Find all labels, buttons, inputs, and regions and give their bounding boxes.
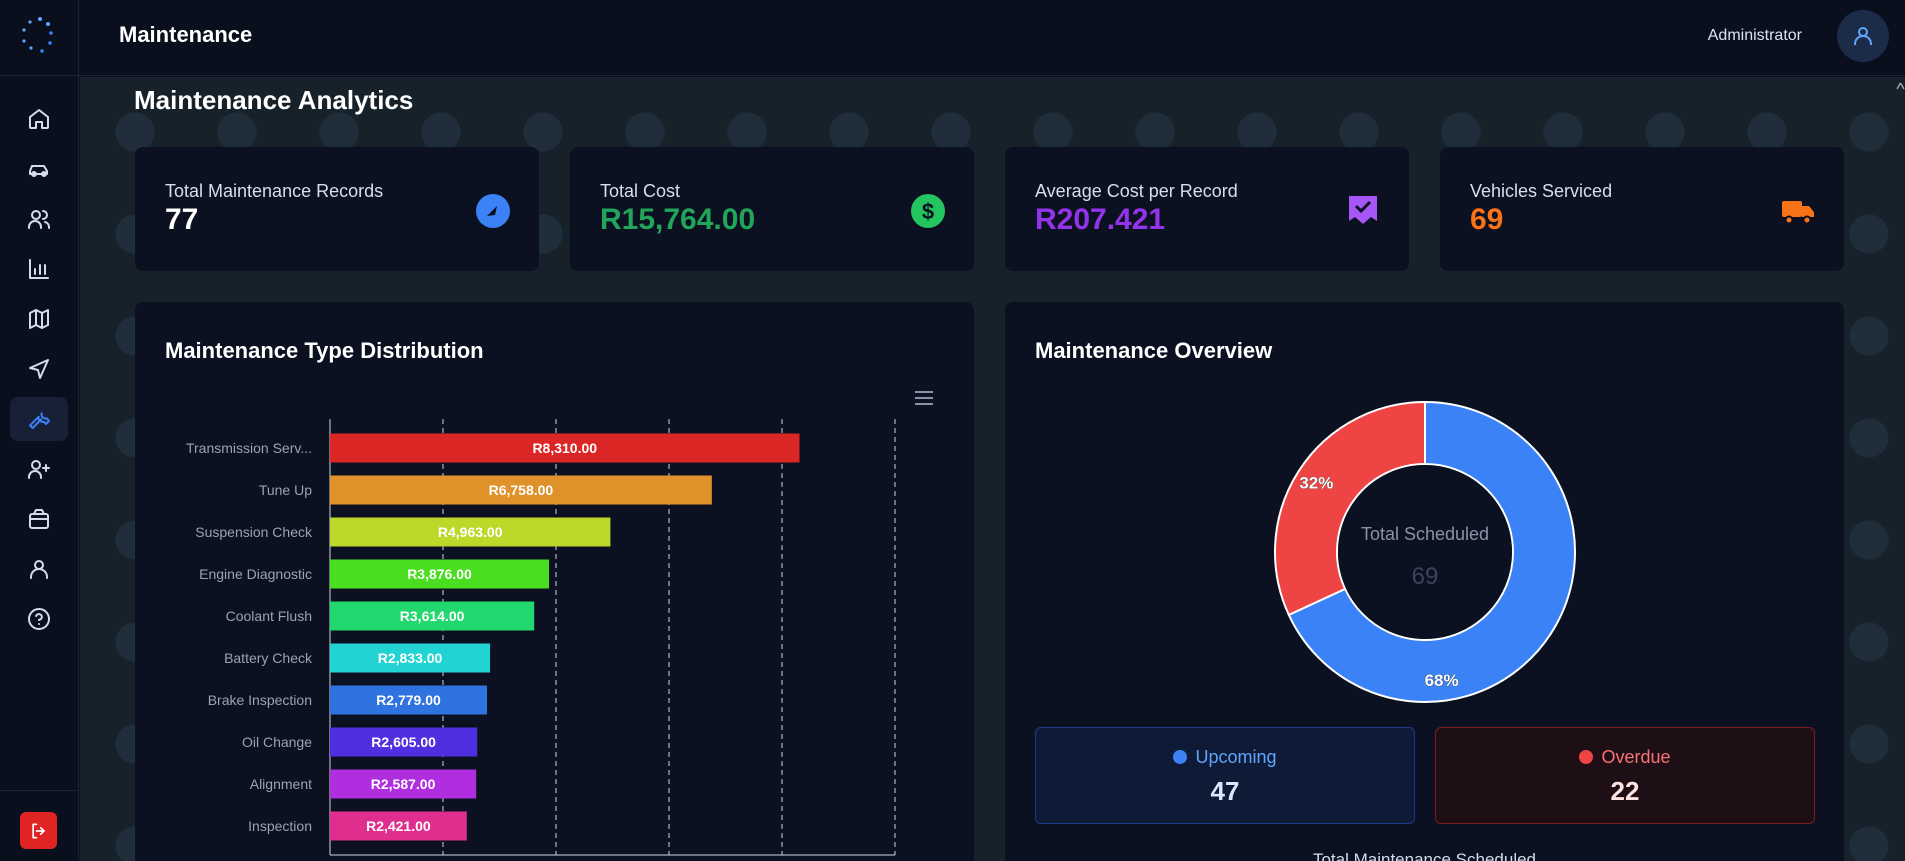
stat-card-vehicles-serviced: Vehicles Serviced 69 <box>1440 147 1844 271</box>
stat-card-average-cost: Average Cost per Record R207.421 <box>1005 147 1409 271</box>
stat-value: 69 <box>1470 203 1504 236</box>
distribution-panel: Maintenance Type Distribution R0.00R2,00… <box>135 302 974 861</box>
overdue-value: 22 <box>1610 776 1640 806</box>
gauge-icon <box>475 193 511 229</box>
upcoming-label-text: Upcoming <box>1195 747 1277 767</box>
nav-help[interactable] <box>10 597 68 641</box>
nav-navigation[interactable] <box>10 347 68 391</box>
scroll-arrow-icon[interactable] <box>1896 77 1905 107</box>
upcoming-value: 47 <box>1210 776 1240 806</box>
logout-button[interactable] <box>20 812 57 849</box>
bar-value-label: R6,758.00 <box>489 482 554 498</box>
navigation-icon <box>29 359 49 379</box>
page-title: Maintenance Analytics <box>134 85 414 115</box>
distribution-title: Maintenance Type Distribution <box>165 338 484 363</box>
stat-value: 77 <box>165 203 199 236</box>
overdue-box[interactable]: Overdue 22 <box>1435 727 1815 824</box>
car-icon <box>29 165 48 177</box>
stat-label: Total Cost <box>600 181 681 201</box>
stat-value: R207.421 <box>1035 203 1166 236</box>
sidebar <box>0 0 79 861</box>
bar-value-label: R3,876.00 <box>407 566 472 582</box>
upcoming-dot-icon <box>1173 750 1188 764</box>
category-label: Suspension Check <box>195 524 313 540</box>
bar-value-label: R3,614.00 <box>400 608 465 624</box>
bar-value-label: R8,310.00 <box>532 440 597 456</box>
bar-chart-icon <box>29 259 49 279</box>
overdue-label-text: Overdue <box>1601 747 1671 767</box>
donut-hole <box>1338 465 1512 639</box>
stat-label: Vehicles Serviced <box>1470 181 1613 201</box>
nav-vehicles[interactable] <box>10 147 68 191</box>
bar-value-label: R2,421.00 <box>366 818 431 834</box>
upcoming-box[interactable]: Upcoming 47 <box>1035 727 1415 824</box>
main-content: Maintenance Analytics Total Maintenance … <box>80 77 1905 861</box>
top-header: Maintenance Administrator <box>79 0 1905 76</box>
hamburger-menu-icon[interactable] <box>914 390 934 406</box>
wrench-icon <box>29 412 50 429</box>
category-label: Battery Check <box>224 650 313 666</box>
donut-center-label: Total Scheduled <box>1361 524 1489 544</box>
overdue-dot-icon <box>1579 750 1594 764</box>
map-icon <box>29 309 49 329</box>
logo-dots-icon <box>22 17 53 53</box>
nav-add-user[interactable] <box>10 447 68 491</box>
user-plus-icon <box>28 460 50 479</box>
overview-title: Maintenance Overview <box>1035 338 1273 363</box>
svg-text:$: $ <box>922 199 934 224</box>
slice-percent-label: 32% <box>1299 473 1333 492</box>
nav-inventory[interactable] <box>10 497 68 541</box>
user-name[interactable]: Administrator <box>1708 27 1802 45</box>
category-label: Oil Change <box>242 734 312 750</box>
header-title: Maintenance <box>119 22 253 47</box>
stat-value: R15,764.00 <box>600 203 756 236</box>
logout-icon <box>31 823 45 838</box>
slice-percent-label: 68% <box>1425 671 1459 690</box>
overdue-label: Overdue <box>1436 747 1814 768</box>
user-icon <box>30 560 48 579</box>
category-label: Inspection <box>248 818 312 834</box>
donut-center-value: 69 <box>1412 563 1439 590</box>
help-circle-icon <box>28 608 50 630</box>
user-avatar-icon <box>1854 27 1872 45</box>
nav-profile[interactable] <box>10 547 68 591</box>
app-logo[interactable] <box>0 0 79 76</box>
sidebar-divider <box>0 790 79 791</box>
stat-label: Average Cost per Record <box>1035 181 1238 201</box>
bar-value-label: R2,587.00 <box>371 776 436 792</box>
nav-users[interactable] <box>10 197 68 241</box>
category-label: Coolant Flush <box>226 608 312 624</box>
stat-card-total-records: Total Maintenance Records 77 <box>135 147 539 271</box>
nav-maintenance[interactable] <box>10 397 68 441</box>
category-label: Alignment <box>250 776 312 792</box>
avatar[interactable] <box>1837 10 1889 62</box>
bar-value-label: R4,963.00 <box>438 524 503 540</box>
home-icon <box>29 109 49 129</box>
bar-value-label: R2,833.00 <box>378 650 443 666</box>
package-icon <box>29 509 49 529</box>
nav-map[interactable] <box>10 297 68 341</box>
nav-reports[interactable] <box>10 247 68 291</box>
donut-chart: 68% 32% Total Scheduled 69 <box>1274 400 1576 703</box>
upcoming-label: Upcoming <box>1036 747 1414 768</box>
category-label: Transmission Serv... <box>186 440 312 456</box>
truck-icon <box>1780 193 1816 229</box>
receipt-check-icon <box>1345 193 1381 229</box>
users-icon <box>28 210 50 229</box>
overview-caption: Total Maintenance Scheduled <box>1312 850 1537 861</box>
stat-card-total-cost: Total Cost R15,764.00 $ <box>570 147 974 271</box>
bar-chart: R0.00R2,000.00R4,000.00R6,000.00R8,000.0… <box>186 419 896 856</box>
category-label: Brake Inspection <box>208 692 312 708</box>
bar-value-label: R2,779.00 <box>376 692 441 708</box>
stat-label: Total Maintenance Records <box>165 181 384 201</box>
nav-home[interactable] <box>10 97 68 141</box>
overview-panel: Maintenance Overview 68% 32% Total Schedul… <box>1005 302 1844 861</box>
category-label: Tune Up <box>259 482 312 498</box>
category-label: Engine Diagnostic <box>199 566 312 582</box>
dollar-icon: $ <box>910 193 946 229</box>
bar-value-label: R2,605.00 <box>371 734 436 750</box>
